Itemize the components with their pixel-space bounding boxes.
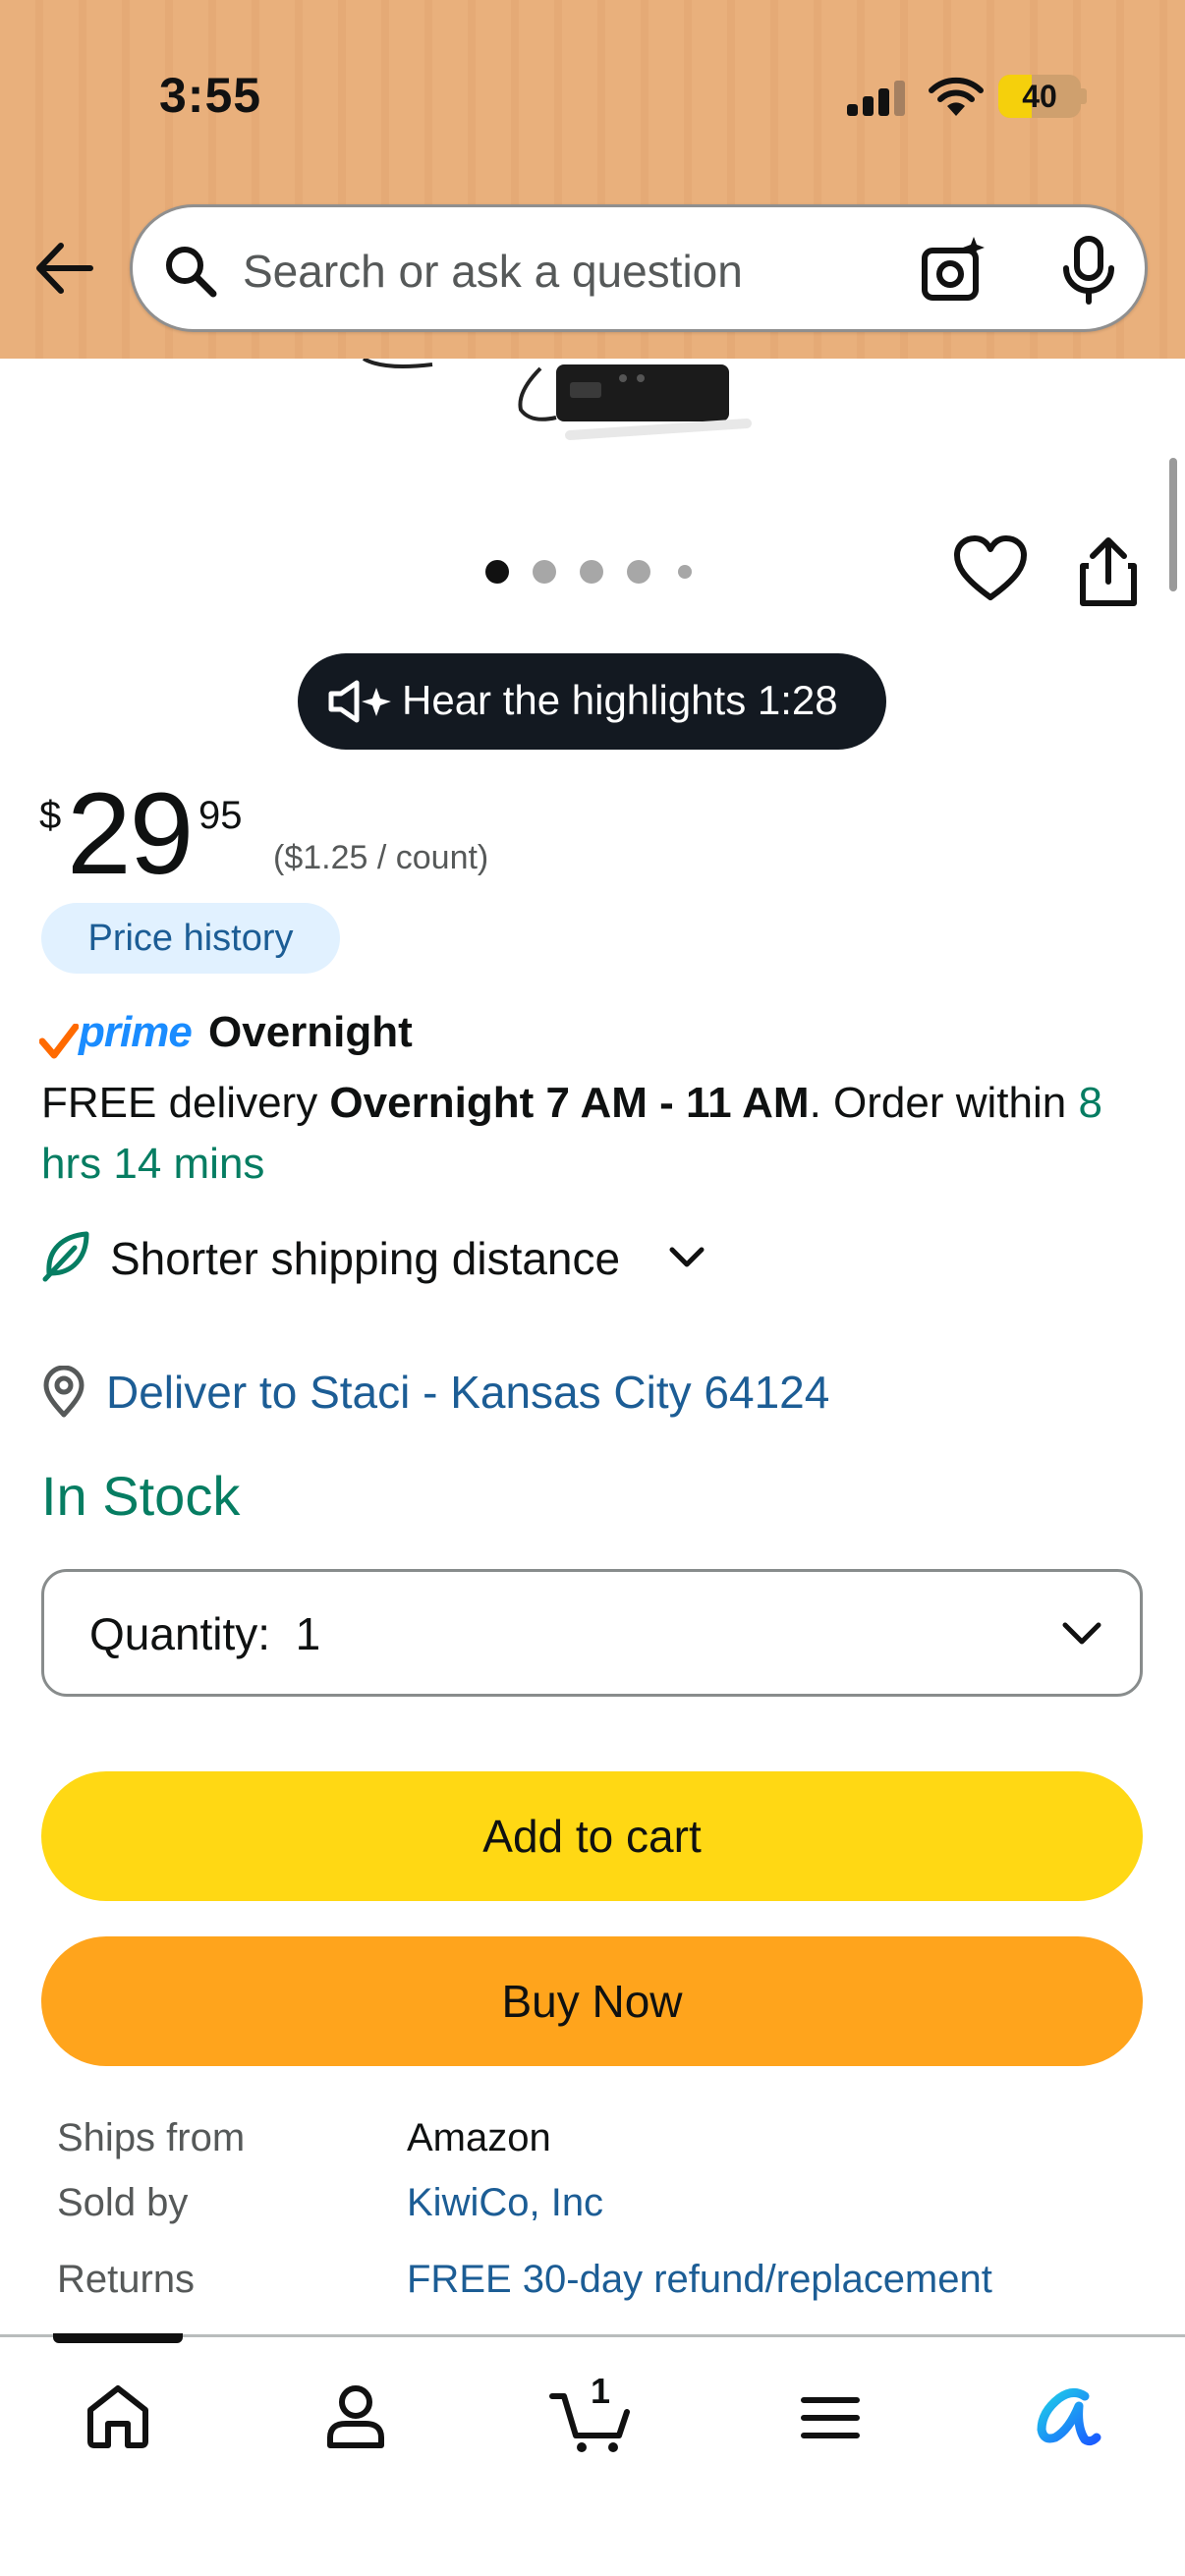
battery-level: 40 [1022, 79, 1057, 114]
price-history-button[interactable]: Price history [41, 903, 340, 974]
detail-row: Returns FREE 30-day refund/replacement [57, 2258, 1138, 2317]
price-fraction: 95 [198, 794, 243, 837]
availability-status: In Stock [41, 1465, 241, 1527]
delivery-message: FREE delivery Overnight 7 AM - 11 AM. Or… [41, 1073, 1122, 1195]
delivery-middle: . Order within [809, 1079, 1079, 1127]
search-input[interactable]: Search or ask a question [243, 245, 743, 298]
gallery-dot[interactable] [627, 560, 650, 584]
scrollbar[interactable] [1169, 458, 1177, 591]
gallery-dot[interactable] [533, 560, 556, 584]
camera-sparkle-icon[interactable] [919, 235, 989, 306]
chevron-down-icon [669, 1247, 705, 1267]
detail-key: Sold by [57, 2181, 189, 2224]
hear-highlights-button[interactable]: Hear the highlights 1:28 [298, 653, 886, 750]
detail-key: Returns [57, 2258, 196, 2301]
add-to-cart-button[interactable]: Add to cart [41, 1771, 1143, 1901]
gallery-dot[interactable] [580, 560, 603, 584]
search-bar[interactable]: Search or ask a question [130, 204, 1148, 332]
gallery-dot[interactable] [678, 565, 692, 579]
battery-indicator: 40 [998, 75, 1081, 118]
prime-logo: prime [79, 1008, 193, 1056]
seller-link[interactable]: KiwiCo, Inc [407, 2181, 603, 2225]
back-arrow-icon[interactable] [29, 234, 98, 303]
detail-key: Ships from [57, 2116, 246, 2159]
microphone-icon[interactable] [1058, 235, 1119, 306]
buy-now-button[interactable]: Buy Now [41, 1936, 1143, 2066]
wifi-icon [929, 77, 984, 116]
shipping-distance-label: Shorter shipping distance [110, 1233, 621, 1284]
gallery-dot[interactable] [485, 560, 509, 584]
product-image[interactable] [324, 359, 855, 447]
leaf-icon [42, 1231, 89, 1282]
speaker-sparkle-icon [328, 680, 391, 723]
menu-icon[interactable] [796, 2377, 865, 2455]
chevron-down-icon [1062, 1622, 1101, 1645]
returns-link[interactable]: FREE 30-day refund/replacement [407, 2258, 992, 2302]
deliver-to-label: Deliver to Staci - Kansas City 64124 [106, 1367, 830, 1418]
active-tab-indicator [53, 2333, 183, 2343]
share-icon[interactable] [1077, 536, 1140, 607]
status-time: 3:55 [159, 68, 262, 123]
rufus-ai-icon[interactable] [1028, 2377, 1102, 2455]
detail-row: Ships from Amazon [57, 2116, 1138, 2175]
home-icon[interactable] [83, 2377, 153, 2455]
header: 3:55 40 Search or ask a question [0, 0, 1185, 359]
search-icon [166, 247, 217, 298]
quantity-label: Quantity: 1 [89, 1608, 321, 1659]
cart-count-badge: 1 [591, 2371, 611, 2411]
bottom-nav: 1 [0, 2333, 1185, 2576]
quantity-select[interactable]: Quantity: 1 [41, 1569, 1143, 1697]
detail-value: Amazon [407, 2116, 551, 2159]
hear-highlights-label: Hear the highlights 1:28 [402, 677, 838, 723]
gallery-dots[interactable] [485, 558, 702, 586]
delivery-prefix: FREE delivery [41, 1079, 330, 1127]
quantity-value: 1 [295, 1608, 321, 1659]
detail-row: Sold by KiwiCo, Inc [57, 2181, 1138, 2240]
unit-price: ($1.25 / count) [273, 839, 489, 876]
price-symbol: $ [39, 794, 62, 837]
heart-icon[interactable] [953, 534, 1028, 603]
cellular-signal-icon [847, 81, 908, 116]
prime-overnight-label: Overnight [208, 1008, 413, 1056]
prime-check-icon [39, 1024, 79, 1059]
location-pin-icon [43, 1366, 85, 1418]
person-icon[interactable] [320, 2377, 391, 2455]
delivery-window: Overnight 7 AM - 11 AM [329, 1079, 810, 1127]
price-whole: 29 [67, 769, 194, 899]
